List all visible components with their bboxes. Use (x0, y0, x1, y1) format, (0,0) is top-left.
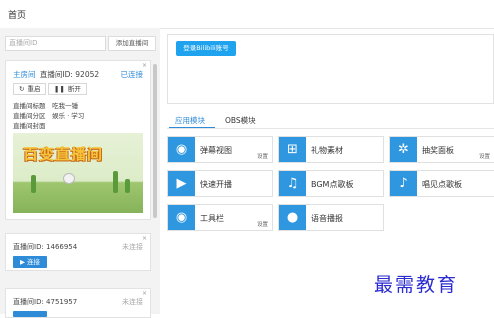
tile-quick-start-stream[interactable]: ▶ 快速开播 (167, 170, 273, 197)
music-note-icon: ♫ (279, 171, 306, 196)
tile-label: BGM点歌板 (311, 180, 354, 189)
cactus-graphic (31, 175, 36, 193)
close-icon[interactable]: × (142, 290, 147, 297)
tile-voice-broadcast[interactable]: ● 语音播报 (278, 204, 384, 231)
disconnect-label: 断开 (67, 85, 81, 93)
microphone-stand-icon: ♪ (390, 171, 417, 196)
tile-lottery-panel[interactable]: ✲ 抽奖面板 设置 (389, 136, 494, 163)
room-cover-image: 百变直播间 (13, 133, 143, 213)
room-id-input[interactable]: 直播间ID (5, 36, 106, 51)
connect-label: 连接 (27, 258, 41, 266)
disconnect-button[interactable]: ❚❚ 断开 (48, 83, 87, 95)
zone-row: 直播间分区 娱乐 · 学习 (13, 110, 84, 120)
tile-bgm-song-board[interactable]: ♫ BGM点歌板 (278, 170, 384, 197)
left-scrollbar[interactable] (153, 64, 157, 218)
play-icon: ▶ (19, 258, 25, 266)
tile-gift-assets[interactable]: ⊞ 礼物素材 (278, 136, 384, 163)
refresh-icon: ↻ (19, 85, 25, 93)
login-panel: 登录Bilibili账号 (167, 34, 494, 104)
room-card: × 直播间ID: 1466954 未连接 ▶ 连接 (5, 233, 151, 271)
main-room-status: 已连接 (120, 70, 144, 79)
pause-icon: ❚❚ (54, 85, 65, 93)
tile-label: 语音播报 (311, 214, 343, 223)
connect-button[interactable]: ▶ 连接 (13, 256, 47, 268)
tile-settings-link[interactable]: 设置 (257, 220, 268, 228)
restart-label: 重启 (27, 85, 41, 93)
lottery-wheel-icon: ✲ (390, 137, 417, 162)
tile-label: 抽奖面板 (422, 146, 454, 155)
gift-icon: ⊞ (279, 137, 306, 162)
tab-app-modules[interactable]: 应用模块 (175, 115, 205, 126)
play-icon: ▶ (168, 171, 195, 196)
main-room-card: × 主房间 直播间ID: 92052 已连接 ↻ 重启 ❚❚ 断开 直播间标题 吃我… (5, 60, 151, 220)
tile-singer-song-board[interactable]: ♪ 唱见点歌板 (389, 170, 494, 197)
tile-settings-link[interactable]: 设置 (257, 152, 268, 160)
zone-label: 直播间分区 (13, 112, 46, 120)
room-id: 直播间ID: 4751957 (13, 298, 78, 306)
watermark-text: 最需教育 (374, 274, 459, 296)
bilibili-login-button[interactable]: 登录Bilibili账号 (176, 41, 236, 56)
tile-danmaku-view[interactable]: ◉ 弹幕视图 设置 (167, 136, 273, 163)
add-room-button[interactable]: 添加直播间 (108, 36, 156, 51)
main-room-id: 直播间ID: 92052 (39, 70, 100, 79)
cactus-graphic (125, 179, 130, 193)
top-bar: 首页 (0, 0, 494, 29)
restart-button[interactable]: ↻ 重启 (13, 83, 47, 95)
close-icon[interactable]: × (142, 235, 147, 242)
tile-label: 工具栏 (200, 214, 224, 223)
chat-bubble-icon: ◉ (168, 137, 195, 162)
room-status: 未连接 (122, 298, 143, 306)
microphone-icon: ● (279, 205, 306, 230)
tile-label: 礼物素材 (311, 146, 343, 155)
title-value: 吃我一锤 (52, 102, 79, 110)
room-id: 直播间ID: 1466954 (13, 243, 78, 251)
cover-label: 直播间封面 (13, 122, 46, 130)
toolbar-icon: ◉ (168, 205, 195, 230)
tile-label: 弹幕视图 (200, 146, 232, 155)
tile-settings-link[interactable]: 设置 (479, 152, 490, 160)
cover-row: 直播间封面 (13, 120, 50, 130)
tile-label: 快速开播 (200, 180, 232, 189)
main-room-header: 主房间 直播间ID: 92052 (13, 69, 99, 80)
zone-value: 娱乐 · 学习 (52, 112, 85, 120)
tile-toolbar[interactable]: ◉ 工具栏 设置 (167, 204, 273, 231)
bird-graphic (63, 173, 75, 184)
main-room-tag: 主房间 (13, 70, 36, 79)
module-tabs: 应用模块 OBS模块 (167, 115, 494, 129)
tab-divider (167, 128, 494, 129)
connect-button[interactable] (13, 311, 47, 317)
title-label: 直播间标题 (13, 102, 46, 110)
cover-logo-text: 百变直播间 (23, 145, 104, 163)
room-status: 未连接 (122, 243, 143, 251)
close-icon[interactable]: × (142, 62, 147, 69)
tile-label: 唱见点歌板 (422, 180, 462, 189)
cactus-graphic (113, 171, 118, 193)
title-row: 直播间标题 吃我一锤 (13, 100, 78, 110)
page-title: 首页 (8, 11, 27, 21)
tab-obs-modules[interactable]: OBS模块 (225, 115, 256, 126)
